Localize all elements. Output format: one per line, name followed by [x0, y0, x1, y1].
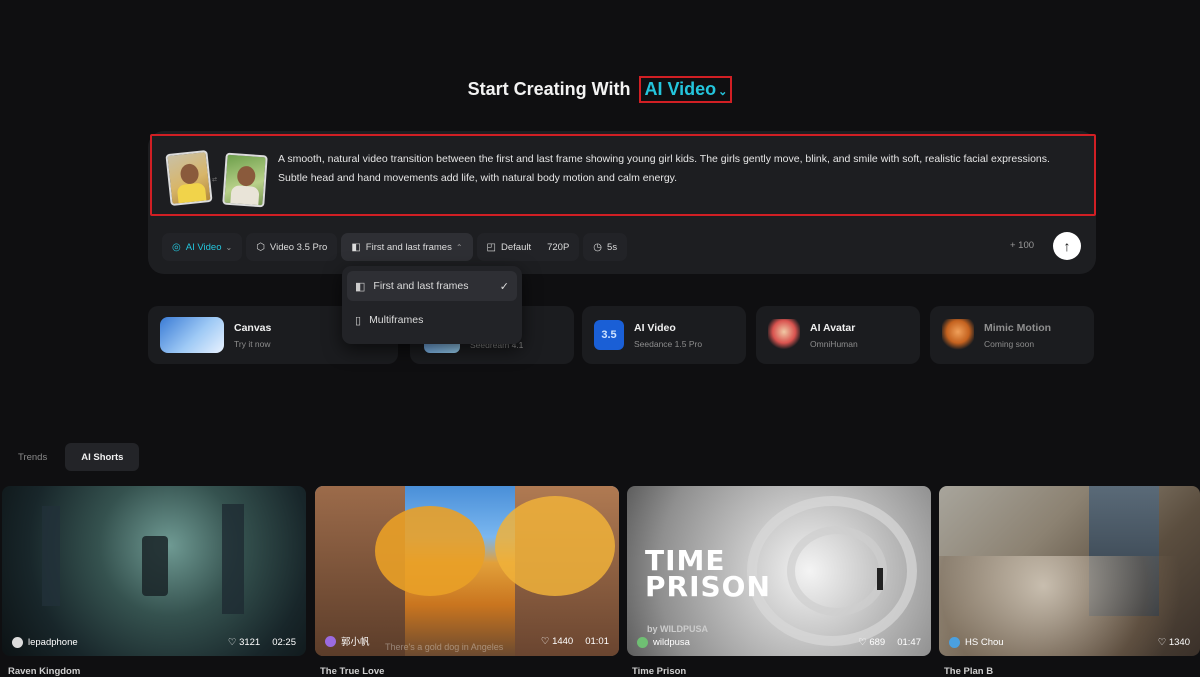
chevron-down-icon: ⌄	[225, 242, 233, 252]
overlay-line-2: PRISON	[645, 570, 771, 603]
avatar	[12, 637, 23, 648]
dropdown-item-label: Multiframes	[369, 314, 424, 326]
prompt-text[interactable]: A smooth, natural video transition betwe…	[278, 150, 1078, 188]
last-frame-thumbnail[interactable]	[222, 152, 268, 208]
video-title[interactable]: Raven Kingdom	[8, 666, 80, 677]
frames-mode-label: First and last frames	[365, 241, 452, 253]
tab-trends[interactable]: Trends	[8, 443, 57, 471]
card-title: AI Video	[634, 321, 676, 334]
generate-button[interactable]: ↑	[1053, 232, 1081, 260]
frames-mode-button[interactable]: ◧ First and last frames ⌃	[341, 233, 473, 261]
video-title-overlay: TIME PRISON	[645, 547, 771, 603]
likes-value: 689	[869, 637, 886, 648]
page-title: Start Creating With AI Video ⌄	[0, 76, 1200, 103]
video-duration: 02:25	[272, 637, 296, 648]
likes-count: ♡ 3121	[227, 637, 261, 648]
likes-count: ♡ 1340	[1157, 637, 1190, 648]
avatar	[325, 635, 336, 647]
likes-value: 3121	[239, 637, 261, 648]
video-meta: HS Chou ♡ 1340	[949, 637, 1190, 648]
duration-label: 5s	[607, 241, 618, 253]
prompt-box[interactable]: ⇄ A smooth, natural video transition bet…	[150, 134, 1096, 216]
video-author: 郭小帆	[341, 637, 370, 648]
video-duration: 01:01	[585, 635, 609, 647]
video-card[interactable]: There's a gold dog in Angeles 郭小帆 ♡ 1440…	[315, 486, 619, 656]
model-cube-icon: ⬡	[256, 241, 265, 253]
title-prefix: Start Creating With	[467, 79, 631, 99]
likes-count: ♡ 1440	[540, 635, 574, 647]
clock-icon: ◷	[593, 241, 603, 253]
card-subtitle: OmniHuman	[810, 338, 858, 349]
video-title[interactable]: The Plan B	[944, 666, 993, 677]
video-meta: lepadphone ♡ 3121 02:25	[12, 637, 296, 648]
video-card[interactable]: lepadphone ♡ 3121 02:25	[2, 486, 306, 656]
video-title[interactable]: Time Prison	[632, 666, 686, 677]
ratio-label: Default	[501, 241, 532, 253]
first-frame-thumbnail[interactable]	[165, 149, 213, 207]
frames-icon: ◧	[351, 241, 361, 253]
frames-icon: ◧	[355, 280, 366, 293]
mode-selector-label: AI Video	[644, 79, 717, 99]
check-icon: ✓	[499, 280, 509, 293]
ai-video-card[interactable]: 3.5 AI Video Seedance 1.5 Pro	[582, 306, 746, 364]
duration-button[interactable]: ◷ 5s	[583, 233, 628, 261]
canvas-thumbnail	[160, 317, 224, 353]
avatar	[949, 637, 960, 648]
avatar	[637, 637, 648, 648]
tab-ai-shorts[interactable]: AI Shorts	[65, 443, 140, 471]
card-title: AI Avatar	[810, 321, 856, 334]
resolution-label: 720P	[547, 241, 570, 253]
frames-dropdown: ◧ First and last frames ✓ ▯ Multiframes	[342, 266, 522, 344]
card-title: Canvas	[234, 321, 272, 334]
mimic-thumbnail	[942, 319, 974, 351]
model-button[interactable]: ⬡ Video 3.5 Pro	[246, 233, 338, 261]
video-author: lepadphone	[28, 637, 78, 648]
card-title: Mimic Motion	[984, 321, 1052, 334]
video-meta: wildpusa ♡ 689 01:47	[637, 637, 921, 648]
feature-cards: Canvas Try it now Seedream 4.1 3.5 AI Vi…	[148, 306, 1096, 364]
video-card[interactable]: HS Chou ♡ 1340	[939, 486, 1200, 656]
ratio-resolution-button[interactable]: ◰ Default 720P	[476, 233, 580, 261]
dropdown-item-label: First and last frames	[373, 280, 469, 292]
seedance-icon: 3.5	[594, 320, 624, 350]
dropdown-item-multiframes[interactable]: ▯ Multiframes	[347, 305, 517, 335]
video-author: HS Chou	[965, 637, 1004, 648]
dropdown-item-first-last[interactable]: ◧ First and last frames ✓	[347, 271, 517, 301]
video-duration: 01:47	[897, 637, 921, 648]
mimic-motion-card[interactable]: Mimic Motion Coming soon	[930, 306, 1094, 364]
mode-button[interactable]: ◎ AI Video ⌄	[162, 233, 243, 261]
mode-selector[interactable]: AI Video ⌄	[639, 76, 733, 103]
video-title[interactable]: The True Love	[320, 666, 384, 677]
mode-button-label: AI Video	[185, 241, 222, 253]
multiframes-icon: ▯	[355, 314, 362, 327]
card-subtitle: Seedance 1.5 Pro	[634, 338, 703, 349]
ai-avatar-card[interactable]: AI Avatar OmniHuman	[756, 306, 920, 364]
credits-cost: + 100	[1010, 240, 1035, 251]
video-author: wildpusa	[653, 637, 690, 648]
video-meta: 郭小帆 ♡ 1440 01:01	[325, 634, 609, 648]
ratio-icon: ◰	[486, 241, 496, 253]
likes-value: 1340	[1168, 637, 1190, 648]
likes-value: 1440	[552, 635, 574, 647]
swap-frames-icon[interactable]: ⇄	[212, 176, 217, 183]
card-subtitle: Try it now	[234, 338, 271, 349]
card-subtitle: Coming soon	[984, 338, 1035, 349]
avatar-thumbnail	[768, 319, 800, 351]
model-button-label: Video 3.5 Pro	[269, 241, 328, 253]
feed-tabs: Trends AI Shorts	[8, 443, 147, 471]
likes-count: ♡ 689	[858, 637, 886, 648]
chevron-up-icon: ⌃	[455, 242, 463, 252]
video-card[interactable]: TIME PRISON by WILDPUSA wildpusa ♡ 689 01…	[627, 486, 931, 656]
chevron-down-icon: ⌄	[718, 86, 728, 98]
ai-video-icon: ◎	[172, 241, 181, 253]
generation-toolbar: ◎ AI Video ⌄ ⬡ Video 3.5 Pro ◧ First and…	[162, 233, 631, 261]
video-watermark: by WILDPUSA	[647, 624, 709, 634]
